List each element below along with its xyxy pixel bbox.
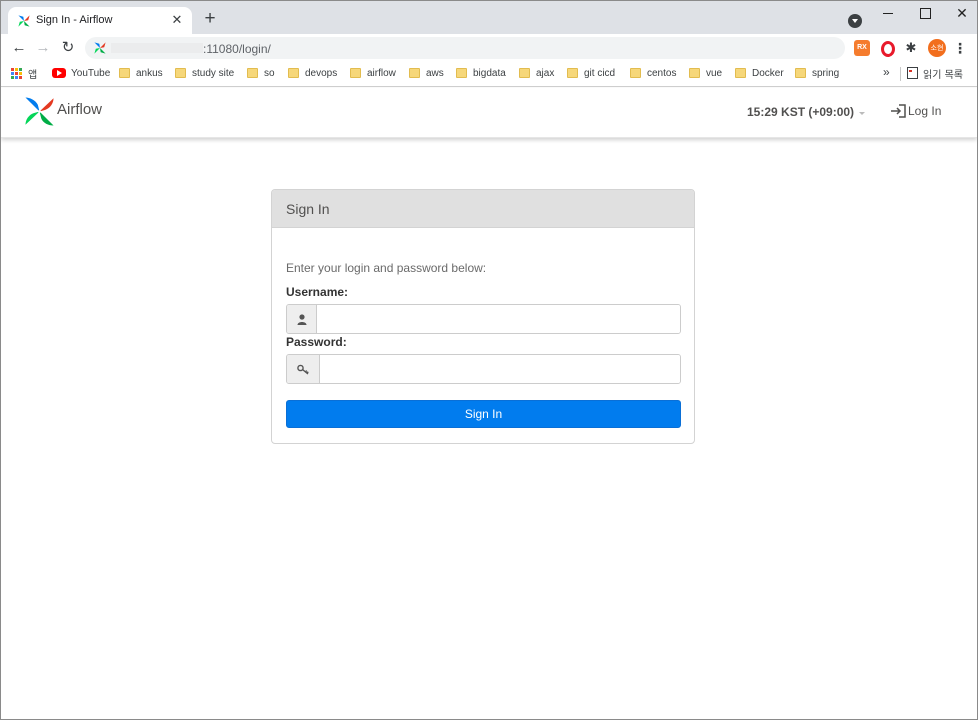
bookmark-label: ajax: [536, 67, 555, 79]
airflow-brand-name: Airflow: [57, 101, 103, 118]
folder-icon: [409, 68, 420, 78]
bookmark-label: study site: [192, 67, 235, 79]
bookmark-ankus[interactable]: ankus: [119, 62, 163, 84]
bookmark-label: ankus: [136, 67, 163, 79]
folder-icon: [350, 68, 361, 78]
login-link[interactable]: Log In: [890, 104, 941, 118]
reading-list-icon: [907, 67, 918, 79]
bookmark-label: centos: [647, 67, 677, 79]
sign-in-button[interactable]: Sign In: [286, 400, 681, 428]
airflow-favicon-icon: [18, 15, 30, 27]
bookmark-docker[interactable]: Docker: [735, 62, 784, 84]
bookmarks-bar: 앱 YouTube ankus study site so devops air…: [1, 62, 977, 87]
bookmarks-divider: [900, 67, 901, 81]
tab-title: Sign In - Airflow: [36, 14, 113, 26]
profile-avatar[interactable]: 소현: [928, 39, 946, 57]
airflow-brand-link[interactable]: Airflow: [23, 95, 102, 128]
key-icon: [287, 355, 320, 383]
maximize-button[interactable]: [915, 4, 935, 22]
bookmark-git-cicd[interactable]: git cicd: [567, 62, 615, 84]
folder-icon: [519, 68, 530, 78]
bookmark-label: devops: [305, 67, 338, 79]
back-arrow-icon[interactable]: ←: [9, 38, 29, 58]
folder-icon: [119, 68, 130, 78]
bookmark-label: Docker: [752, 67, 784, 79]
tab-strip: Sign In - Airflow ✕ + ✕: [1, 1, 977, 34]
tab-search-icon[interactable]: [848, 14, 862, 28]
forward-arrow-icon[interactable]: →: [33, 38, 53, 58]
folder-icon: [795, 68, 806, 78]
bookmark-apps[interactable]: 앱: [11, 62, 37, 84]
minimize-button[interactable]: [878, 4, 898, 22]
bookmark-study-site[interactable]: study site: [175, 62, 234, 84]
url-text: :11080/login/: [203, 42, 271, 56]
bookmark-label: airflow: [367, 67, 396, 79]
login-panel: Sign In Enter your login and password be…: [271, 189, 695, 444]
folder-icon: [630, 68, 641, 78]
timezone-clock[interactable]: 15:29 KST (+09:00): [747, 105, 854, 119]
login-hint: Enter your login and password below:: [286, 261, 487, 275]
airflow-favicon-icon: [94, 42, 106, 54]
bookmark-ajax[interactable]: ajax: [519, 62, 554, 84]
folder-icon: [247, 68, 258, 78]
tab-close-icon[interactable]: ✕: [169, 12, 185, 28]
rx-extension-icon[interactable]: RX: [854, 40, 870, 56]
redacted-host: [111, 43, 203, 53]
bookmark-devops[interactable]: devops: [288, 62, 337, 84]
bookmark-label: 앱: [28, 69, 38, 81]
folder-icon: [288, 68, 299, 78]
folder-icon: [735, 68, 746, 78]
chevron-down-icon[interactable]: [859, 112, 865, 115]
reading-list-button[interactable]: 읽기 목록: [907, 62, 963, 84]
user-icon: [287, 305, 317, 333]
browser-toolbar: ← → ↻ :11080/login/ RX ✱ 소현 ⋮: [1, 34, 977, 62]
bookmark-spring[interactable]: spring: [795, 62, 839, 84]
airflow-pinwheel-logo-icon: [25, 97, 54, 126]
puzzle-icon[interactable]: ✱: [903, 40, 919, 56]
bookmark-label: git cicd: [584, 67, 616, 79]
folder-icon: [689, 68, 700, 78]
apps-grid-icon: [11, 67, 22, 79]
browser-window: Sign In - Airflow ✕ + ✕ ← → ↻ :11080/log…: [0, 0, 978, 720]
bookmark-airflow[interactable]: airflow: [350, 62, 396, 84]
bookmark-label: YouTube: [71, 67, 111, 79]
username-input-group: [286, 304, 681, 334]
bookmark-so[interactable]: so: [247, 62, 275, 84]
youtube-icon: [52, 68, 66, 78]
folder-icon: [456, 68, 467, 78]
folder-icon: [175, 68, 186, 78]
bookmark-youtube[interactable]: YouTube: [52, 62, 110, 84]
bookmark-label: aws: [426, 67, 444, 79]
bookmark-centos[interactable]: centos: [630, 62, 676, 84]
tab-sign-in[interactable]: Sign In - Airflow ✕: [8, 7, 192, 34]
window-close-button[interactable]: ✕: [952, 4, 972, 22]
password-input[interactable]: [320, 355, 680, 383]
bookmark-vue[interactable]: vue: [689, 62, 722, 84]
reading-list-label: 읽기 목록: [923, 69, 963, 81]
password-input-group: [286, 354, 681, 384]
bookmark-label: spring: [812, 67, 840, 79]
opera-extension-icon[interactable]: [879, 40, 895, 57]
new-tab-button[interactable]: +: [201, 9, 219, 28]
folder-icon: [567, 68, 578, 78]
login-link-label: Log In: [908, 104, 942, 118]
reload-icon[interactable]: ↻: [58, 38, 78, 58]
username-input[interactable]: [317, 305, 680, 333]
airflow-page: Airflow 15:29 KST (+09:00) Log In Sign I…: [1, 88, 977, 719]
login-panel-heading: Sign In: [272, 190, 694, 228]
address-bar[interactable]: :11080/login/: [85, 37, 845, 59]
bookmark-label: bigdata: [473, 67, 506, 79]
bookmark-label: vue: [706, 67, 723, 79]
airflow-navbar: Airflow 15:29 KST (+09:00) Log In: [1, 88, 977, 138]
bookmark-label: so: [264, 67, 275, 79]
bookmarks-overflow-button[interactable]: »: [883, 65, 890, 79]
browser-menu-icon[interactable]: ⋮: [953, 39, 967, 57]
password-label: Password:: [286, 335, 347, 349]
login-arrow-icon: [891, 104, 906, 118]
username-label: Username:: [286, 285, 349, 299]
bookmark-aws[interactable]: aws: [409, 62, 444, 84]
bookmark-bigdata[interactable]: bigdata: [456, 62, 506, 84]
